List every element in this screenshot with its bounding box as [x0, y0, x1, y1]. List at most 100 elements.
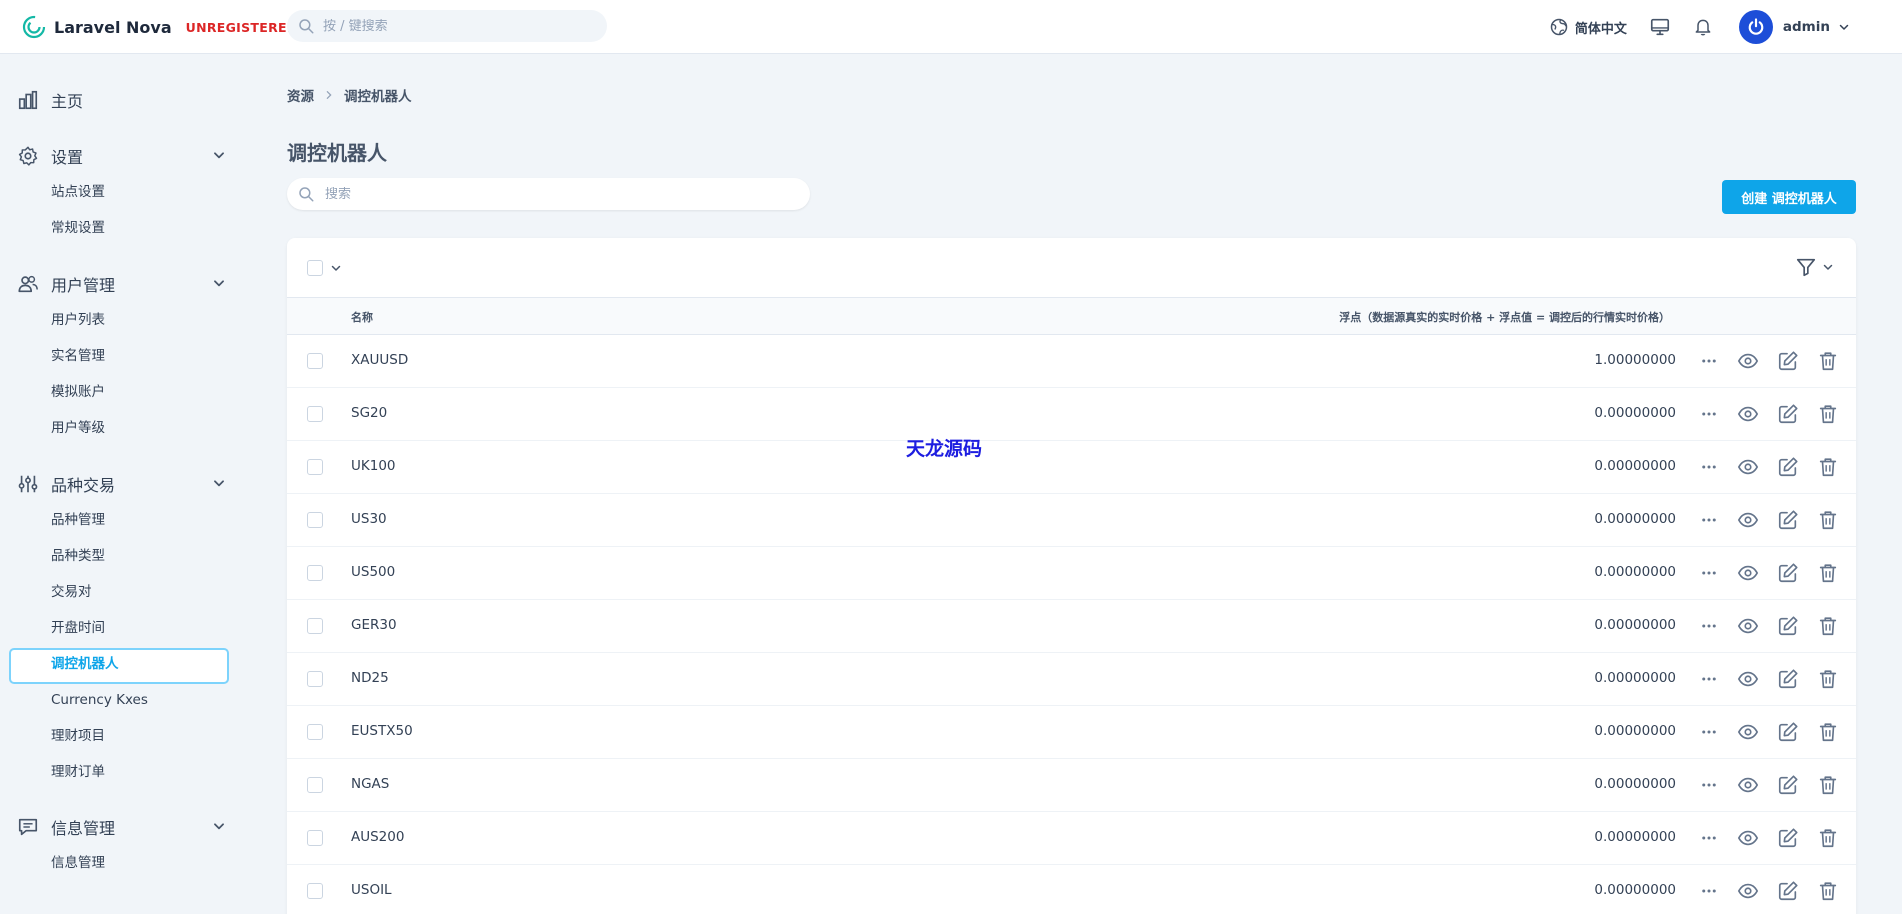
row-view-button[interactable] [1736, 667, 1760, 691]
sidebar-item-wealth-products[interactable]: 理财项目 [51, 725, 105, 747]
sidebar-item-wealth-orders[interactable]: 理财订单 [51, 761, 105, 783]
sidebar-item-label-active[interactable]: 调控机器人 [51, 653, 119, 675]
row-more-button[interactable] [1697, 455, 1721, 479]
row-view-button[interactable] [1736, 508, 1760, 532]
select-all-checkbox[interactable] [307, 260, 323, 276]
row-delete-button[interactable] [1816, 455, 1840, 479]
row-edit-button[interactable] [1776, 402, 1800, 426]
sidebar-item-messages[interactable]: 信息管理 [51, 852, 105, 874]
row-view-button[interactable] [1736, 773, 1760, 797]
row-view-button[interactable] [1736, 826, 1760, 850]
sidebar-section-users[interactable]: 用户管理 [16, 269, 226, 299]
row-name[interactable]: SG20 [351, 405, 387, 421]
row-checkbox[interactable] [307, 353, 323, 369]
sidebar-item-trading-pairs[interactable]: 交易对 [51, 581, 92, 603]
sidebar-item-demo-accounts[interactable]: 模拟账户 [51, 381, 105, 403]
row-delete-button[interactable] [1816, 773, 1840, 797]
global-search-input[interactable] [323, 18, 593, 34]
row-checkbox[interactable] [307, 565, 323, 581]
row-checkbox[interactable] [307, 459, 323, 475]
row-name[interactable]: UK100 [351, 458, 396, 474]
row-checkbox[interactable] [307, 406, 323, 422]
row-edit-button[interactable] [1776, 455, 1800, 479]
row-checkbox[interactable] [307, 618, 323, 634]
row-edit-button[interactable] [1776, 720, 1800, 744]
row-more-button[interactable] [1697, 349, 1721, 373]
row-more-button[interactable] [1697, 561, 1721, 585]
row-name[interactable]: XAUUSD [351, 352, 408, 368]
row-more-button[interactable] [1697, 402, 1721, 426]
sidebar-section-settings[interactable]: 设置 [16, 141, 226, 171]
sidebar-item-symbols[interactable]: 品种管理 [51, 509, 105, 531]
row-more-button[interactable] [1697, 826, 1721, 850]
row-name[interactable]: AUS200 [351, 829, 404, 845]
row-delete-button[interactable] [1816, 826, 1840, 850]
language-switcher[interactable]: 简体中文 [1549, 17, 1627, 37]
row-name[interactable]: US30 [351, 511, 387, 527]
sidebar-section-home[interactable]: 主页 [16, 85, 226, 115]
sidebar-item-user-levels[interactable]: 用户等级 [51, 417, 105, 439]
row-delete-button[interactable] [1816, 508, 1840, 532]
row-name[interactable]: ND25 [351, 670, 389, 686]
row-checkbox[interactable] [307, 512, 323, 528]
sidebar-item-control-robot[interactable] [9, 648, 229, 684]
global-search[interactable] [287, 10, 607, 42]
row-edit-button[interactable] [1776, 349, 1800, 373]
column-header-name[interactable]: 名称 [351, 309, 373, 325]
sidebar-section-messages[interactable]: 信息管理 [16, 812, 226, 842]
row-name[interactable]: USOIL [351, 882, 392, 898]
row-view-button[interactable] [1736, 402, 1760, 426]
row-edit-button[interactable] [1776, 561, 1800, 585]
row-more-button[interactable] [1697, 879, 1721, 903]
row-edit-button[interactable] [1776, 508, 1800, 532]
row-more-button[interactable] [1697, 773, 1721, 797]
resource-search-input[interactable] [325, 186, 785, 202]
row-edit-button[interactable] [1776, 667, 1800, 691]
sidebar-item-symbol-types[interactable]: 品种类型 [51, 545, 105, 567]
row-delete-button[interactable] [1816, 720, 1840, 744]
row-view-button[interactable] [1736, 879, 1760, 903]
sidebar-section-trading[interactable]: 品种交易 [16, 469, 226, 499]
row-delete-button[interactable] [1816, 349, 1840, 373]
row-edit-button[interactable] [1776, 879, 1800, 903]
row-name[interactable]: US500 [351, 564, 395, 580]
row-view-button[interactable] [1736, 455, 1760, 479]
filter-button[interactable] [1795, 256, 1834, 278]
row-name[interactable]: GER30 [351, 617, 397, 633]
sidebar-item-site-settings[interactable]: 站点设置 [51, 181, 105, 203]
row-name[interactable]: NGAS [351, 776, 389, 792]
brand[interactable]: Laravel Nova UNREGISTERED [22, 13, 298, 41]
row-more-button[interactable] [1697, 667, 1721, 691]
row-edit-button[interactable] [1776, 773, 1800, 797]
row-checkbox[interactable] [307, 724, 323, 740]
create-robot-button[interactable]: 创建 调控机器人 [1722, 180, 1856, 214]
row-view-button[interactable] [1736, 561, 1760, 585]
row-checkbox[interactable] [307, 830, 323, 846]
row-delete-button[interactable] [1816, 561, 1840, 585]
row-more-button[interactable] [1697, 508, 1721, 532]
chevron-down-icon[interactable] [330, 262, 342, 274]
row-delete-button[interactable] [1816, 614, 1840, 638]
sidebar-item-kyc[interactable]: 实名管理 [51, 345, 105, 367]
row-name[interactable]: EUSTX50 [351, 723, 413, 739]
resource-search[interactable] [287, 178, 810, 210]
sidebar-item-market-hours[interactable]: 开盘时间 [51, 617, 105, 639]
row-delete-button[interactable] [1816, 879, 1840, 903]
row-delete-button[interactable] [1816, 402, 1840, 426]
row-checkbox[interactable] [307, 883, 323, 899]
row-more-button[interactable] [1697, 614, 1721, 638]
notifications-button[interactable] [1693, 16, 1713, 38]
row-more-button[interactable] [1697, 720, 1721, 744]
row-checkbox[interactable] [307, 671, 323, 687]
row-delete-button[interactable] [1816, 667, 1840, 691]
row-view-button[interactable] [1736, 349, 1760, 373]
row-view-button[interactable] [1736, 614, 1760, 638]
user-menu[interactable]: admin [1738, 10, 1850, 44]
row-edit-button[interactable] [1776, 614, 1800, 638]
row-view-button[interactable] [1736, 720, 1760, 744]
breadcrumb-resources[interactable]: 资源 [287, 85, 314, 105]
sidebar-item-user-list[interactable]: 用户列表 [51, 309, 105, 331]
row-edit-button[interactable] [1776, 826, 1800, 850]
sidebar-item-general-settings[interactable]: 常规设置 [51, 217, 105, 239]
sidebar-item-currency-kxes[interactable]: Currency Kxes [51, 689, 148, 711]
